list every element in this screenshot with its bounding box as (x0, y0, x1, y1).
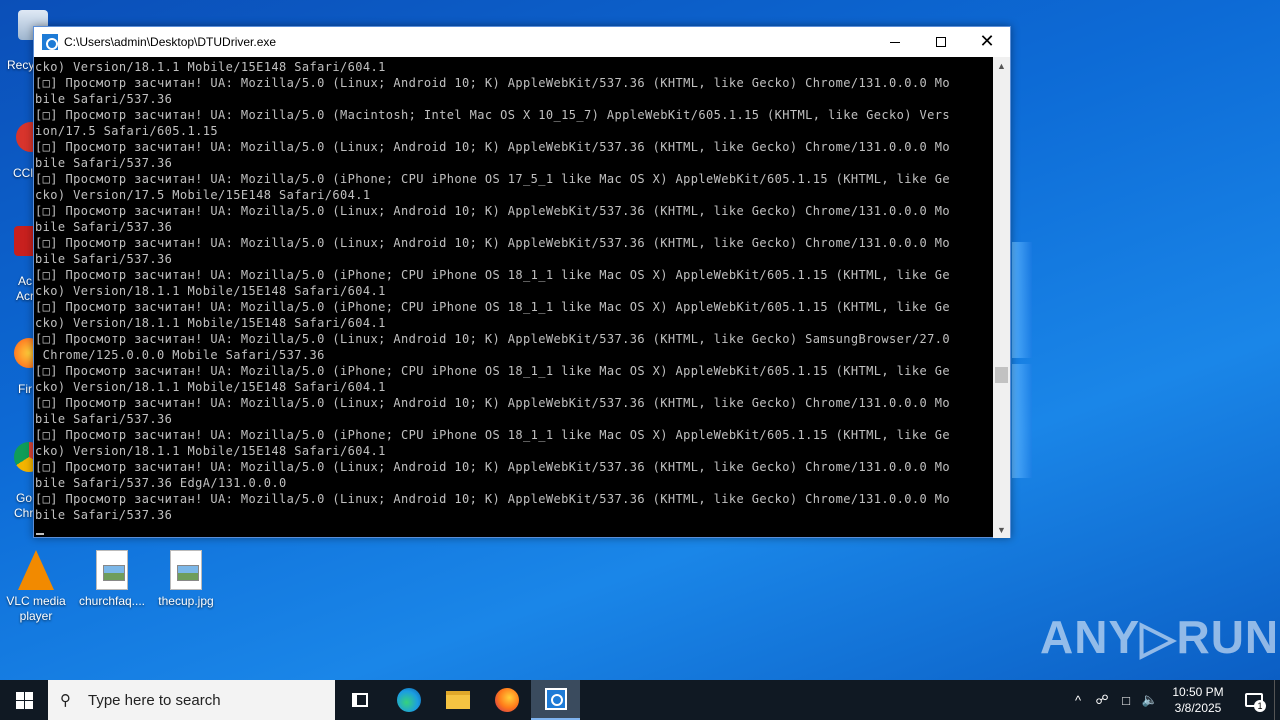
console-line: [□] Просмотр засчитан! UA: Mozilla/5.0 (… (35, 204, 950, 218)
acrobat-label: Ac (18, 274, 33, 288)
edge-icon (396, 688, 421, 712)
console-line: [□] Просмотр засчитан! UA: Mozilla/5.0 (… (35, 300, 950, 314)
scroll-down-arrow-icon[interactable]: ▼ (993, 521, 1010, 538)
console-line: [□] Просмотр засчитан! UA: Mozilla/5.0 (… (35, 332, 950, 346)
console-line: [□] Просмотр засчитан! UA: Mozilla/5.0 (… (35, 236, 950, 250)
scroll-up-arrow-icon[interactable]: ▲ (993, 57, 1010, 74)
clock[interactable]: 10:50 PM 3/8/2025 (1162, 684, 1234, 716)
desktop-icon-thecup[interactable]: thecup.jpg (150, 550, 222, 609)
volume-icon[interactable]: 🔈 (1138, 692, 1162, 708)
console-line: [□] Просмотр засчитан! UA: Mozilla/5.0 (… (35, 172, 950, 186)
edge-taskbar-button[interactable] (384, 680, 433, 720)
console-line: bile Safari/537.36 (35, 252, 173, 266)
show-desktop-button[interactable] (1274, 680, 1280, 720)
console-titlebar[interactable]: C:\Users\admin\Desktop\DTUDriver.exe ✕ (34, 27, 1010, 57)
chevron-up-icon[interactable]: ^ (1066, 693, 1090, 708)
desktop-icon-churchfaq[interactable]: churchfaq.... (76, 550, 148, 609)
vertical-scrollbar[interactable]: ▲ ▼ (993, 57, 1010, 538)
vlc-cone-icon (18, 550, 54, 590)
firefox-label: Fir (18, 382, 32, 396)
folder-icon (445, 691, 470, 709)
console-window[interactable]: C:\Users\admin\Desktop\DTUDriver.exe ✕ c… (33, 26, 1011, 538)
taskbar-search-box[interactable]: ⚲ Type here to search (48, 680, 335, 720)
image-file-icon (170, 550, 202, 590)
task-view-button[interactable] (335, 680, 384, 720)
app-icon (42, 34, 58, 50)
console-line: cko) Version/18.1.1 Mobile/15E148 Safari… (35, 284, 386, 298)
console-line: [□] Просмотр засчитан! UA: Mozilla/5.0 (… (35, 364, 950, 378)
console-line: [□] Просмотр засчитан! UA: Mozilla/5.0 (… (35, 428, 950, 442)
notification-center-button[interactable]: 1 (1234, 680, 1274, 720)
console-line: bile Safari/537.36 (35, 220, 173, 234)
security-icon[interactable]: ☍ (1090, 692, 1114, 708)
anyrun-watermark: ANY▷RUN (1040, 611, 1280, 663)
ccleaner-label: CCl (13, 166, 33, 180)
console-output[interactable]: cko) Version/18.1.1 Mobile/15E148 Safari… (34, 57, 995, 538)
close-icon: ✕ (979, 31, 995, 52)
dtudriver-icon (544, 688, 567, 710)
window-title: C:\Users\admin\Desktop\DTUDriver.exe (64, 35, 277, 49)
minimize-button[interactable] (872, 27, 918, 57)
console-line: bile Safari/537.36 (35, 508, 173, 522)
close-button[interactable]: ✕ (964, 27, 1010, 57)
text-cursor (36, 533, 44, 535)
console-line: cko) Version/17.5 Mobile/15E148 Safari/6… (35, 188, 371, 202)
minimize-icon (890, 41, 900, 43)
acrobat-label-2: Acr (16, 289, 34, 303)
firefox-icon (494, 688, 519, 712)
image-file-icon (96, 550, 128, 590)
desktop-icon-label: churchfaq.... (78, 594, 146, 608)
file-explorer-taskbar-button[interactable] (433, 680, 482, 720)
task-view-icon (351, 693, 368, 707)
chrome-label: Go (16, 491, 33, 505)
console-line: [□] Просмотр засчитан! UA: Mozilla/5.0 (… (35, 396, 950, 410)
console-line: [□] Просмотр засчитан! UA: Mozilla/5.0 (… (35, 108, 950, 122)
console-line: [□] Просмотр засчитан! UA: Mozilla/5.0 (… (35, 460, 950, 474)
dtudriver-taskbar-button[interactable] (531, 680, 580, 720)
console-line: [□] Просмотр засчитан! UA: Mozilla/5.0 (… (35, 76, 950, 90)
search-icon: ⚲ (60, 692, 71, 709)
scroll-thumb[interactable] (995, 367, 1008, 383)
clock-time: 10:50 PM (1172, 685, 1224, 699)
search-placeholder: Type here to search (88, 691, 221, 709)
firefox-taskbar-button[interactable] (482, 680, 531, 720)
console-line: bile Safari/537.36 (35, 92, 173, 106)
windows-logo-light-lower (1012, 364, 1032, 478)
maximize-icon (936, 37, 946, 47)
console-line: [□] Просмотр засчитан! UA: Mozilla/5.0 (… (35, 140, 950, 154)
console-line: cko) Version/18.1.1 Mobile/15E148 Safari… (35, 444, 386, 458)
console-line: [□] Просмотр засчитан! UA: Mozilla/5.0 (… (35, 492, 950, 506)
notification-badge: 1 (1254, 700, 1266, 712)
taskbar: ⚲ Type here to search ^ ☍ □ 🔈 10:50 PM 3… (0, 680, 1280, 720)
clock-date: 3/8/2025 (1174, 701, 1222, 715)
console-line: cko) Version/18.1.1 Mobile/15E148 Safari… (35, 60, 386, 74)
system-tray: ^ ☍ □ 🔈 10:50 PM 3/8/2025 1 (1066, 680, 1280, 720)
maximize-button[interactable] (918, 27, 964, 57)
console-line: cko) Version/18.1.1 Mobile/15E148 Safari… (35, 316, 386, 330)
desktop-icon-label: VLC media player (6, 594, 66, 623)
start-button[interactable] (0, 680, 48, 720)
windows-logo-light (1012, 242, 1032, 358)
windows-logo-icon (15, 691, 33, 709)
desktop-icon-label: thecup.jpg (158, 594, 214, 608)
console-line: bile Safari/537.36 EdgA/131.0.0.0 (35, 476, 287, 490)
console-line: bile Safari/537.36 (35, 156, 173, 170)
network-icon[interactable]: □ (1114, 693, 1138, 708)
desktop-icon-vlc[interactable]: VLC media player (0, 550, 72, 624)
chrome-label-2: Chr (14, 506, 34, 520)
console-line: bile Safari/537.36 (35, 412, 173, 426)
console-line: Chrome/125.0.0.0 Mobile Safari/537.36 (35, 348, 325, 362)
console-line: cko) Version/18.1.1 Mobile/15E148 Safari… (35, 380, 386, 394)
console-line: [□] Просмотр засчитан! UA: Mozilla/5.0 (… (35, 268, 950, 282)
console-line: ion/17.5 Safari/605.1.15 (35, 124, 218, 138)
